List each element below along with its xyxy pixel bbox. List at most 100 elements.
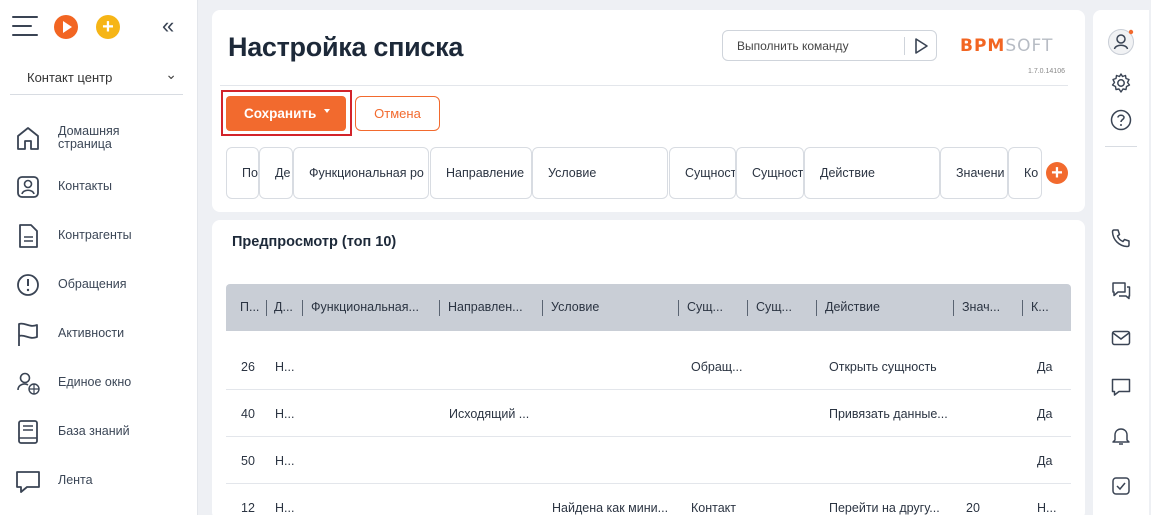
alert-icon — [17, 274, 39, 296]
table-cell: Перейти на другу... — [829, 501, 940, 515]
collapse-sidebar-icon[interactable]: « — [162, 13, 174, 39]
table-row[interactable]: 12 Н... Найдена как мини... Контакт Пере… — [226, 484, 1071, 515]
column-separator — [816, 300, 817, 316]
column-chip[interactable]: Де — [259, 147, 293, 199]
sidebar-item-label: Контакты — [58, 179, 112, 193]
column-chip[interactable]: Функциональная ро — [293, 147, 429, 199]
table-cell: Обращ... — [691, 360, 743, 374]
sidebar-item-knowledge-base[interactable]: База знаний — [0, 410, 198, 459]
table-cell: 12 — [241, 501, 255, 515]
table-cell: 40 — [241, 407, 255, 421]
sidebar-item-feed[interactable]: Лента — [0, 459, 198, 508]
table-cell: 26 — [241, 360, 255, 374]
divider — [904, 37, 905, 55]
message-icon[interactable] — [1110, 376, 1132, 398]
preview-card: Предпросмотр (топ 10) П... Д... Функцион… — [212, 220, 1085, 515]
table-cell: Н... — [275, 454, 295, 468]
tasks-icon[interactable] — [1110, 475, 1132, 497]
sidebar-nav: Домашняя страница Контакты Контрагенты О… — [0, 116, 198, 508]
table-cell: Да — [1037, 360, 1053, 374]
table-cell: Н... — [275, 501, 295, 515]
command-input[interactable] — [723, 31, 903, 60]
table-header-cell[interactable]: Знач... — [962, 300, 1000, 314]
cancel-button[interactable]: Отмена — [355, 96, 440, 131]
page-title: Настройка списка — [228, 32, 464, 62]
table-row[interactable]: 50 Н... Да — [226, 437, 1071, 484]
book-icon — [18, 420, 38, 444]
table-cell: Н... — [275, 360, 295, 374]
column-chip[interactable]: По — [226, 147, 259, 199]
table-header-cell[interactable]: Действие — [825, 300, 880, 314]
table-cell: Да — [1037, 407, 1053, 421]
column-chip[interactable]: Значени — [940, 147, 1008, 199]
save-button[interactable]: Сохранить — [226, 96, 346, 131]
bell-icon[interactable] — [1110, 425, 1132, 447]
table-header-cell[interactable]: Функциональная... — [311, 300, 419, 314]
table-header-cell[interactable]: К... — [1031, 300, 1049, 314]
table-cell: Н... — [275, 407, 295, 421]
table-cell: Исходящий ... — [449, 407, 530, 421]
sidebar-item-home[interactable]: Домашняя страница — [0, 116, 198, 165]
user-profile-icon[interactable] — [1107, 28, 1135, 56]
table-header-cell[interactable]: Д... — [274, 300, 293, 314]
table-header: П... Д... Функциональная... Направлен...… — [226, 284, 1071, 331]
column-separator — [542, 300, 543, 316]
table-cell: Н... — [1037, 501, 1057, 515]
sidebar-item-label: Активности — [58, 326, 125, 340]
sidebar-item-label: Единое окно — [58, 375, 132, 389]
column-separator — [1022, 300, 1023, 316]
right-rail — [1093, 10, 1149, 515]
chat-icon — [16, 471, 40, 493]
help-icon[interactable] — [1110, 109, 1132, 131]
workspace-select[interactable]: Контакт центр ⌄ — [10, 61, 183, 95]
gear-icon[interactable] — [1110, 72, 1132, 94]
column-chip[interactable]: Направление — [430, 147, 532, 199]
menu-icon[interactable] — [12, 16, 38, 38]
list-settings-card: Настройка списка BPMSOFT 1.7.0.14106 Сох… — [212, 10, 1085, 212]
table-row[interactable]: 40 Н... Исходящий ... Привязать данные..… — [226, 390, 1071, 437]
command-box — [722, 30, 937, 61]
table-header-cell[interactable]: Условие — [551, 300, 599, 314]
contact-icon — [17, 176, 39, 198]
sidebar-item-accounts[interactable]: Контрагенты — [0, 214, 198, 263]
sidebar-item-single-window[interactable]: Единое окно — [0, 361, 198, 410]
document-icon — [19, 224, 38, 248]
mail-icon[interactable] — [1110, 327, 1132, 349]
column-chip[interactable]: Сущност — [736, 147, 804, 199]
table-row[interactable]: 26 Н... Обращ... Открыть сущность Да — [226, 343, 1071, 390]
sidebar-item-activities[interactable]: Активности — [0, 312, 198, 361]
table-cell: Найдена как мини... — [552, 501, 669, 515]
home-icon — [17, 127, 39, 150]
table-header-cell[interactable]: П... — [240, 300, 259, 314]
process-play-icon[interactable] — [54, 15, 78, 39]
column-separator — [439, 300, 440, 316]
add-column-icon[interactable]: + — [1046, 162, 1068, 184]
table-header-cell[interactable]: Направлен... — [448, 300, 523, 314]
table-header-cell[interactable]: Сущ... — [687, 300, 723, 314]
table-header-cell[interactable]: Сущ... — [756, 300, 792, 314]
sidebar-item-label: Контрагенты — [58, 228, 132, 242]
caret-down-icon[interactable] — [324, 109, 330, 113]
sidebar-item-contacts[interactable]: Контакты — [0, 165, 198, 214]
sidebar-item-label: Лента — [58, 473, 93, 487]
table-cell: Да — [1037, 454, 1053, 468]
column-chip[interactable]: Ко — [1008, 147, 1042, 199]
quick-add-icon[interactable]: + — [96, 15, 120, 39]
sidebar-item-cases[interactable]: Обращения — [0, 263, 198, 312]
version-label: 1.7.0.14106 — [1028, 68, 1065, 75]
column-separator — [678, 300, 679, 316]
column-chip[interactable]: Условие — [532, 147, 668, 199]
phone-icon[interactable] — [1110, 227, 1132, 249]
chevron-down-icon: ⌄ — [165, 66, 177, 82]
sidebar-top: + « — [10, 12, 190, 44]
column-chip[interactable]: Сущност — [669, 147, 736, 199]
column-separator — [266, 300, 267, 316]
chat-bubbles-icon[interactable] — [1110, 278, 1132, 300]
column-chip[interactable]: Действие — [804, 147, 940, 199]
sidebar: + « Контакт центр ⌄ Домашняя страница Ко… — [0, 0, 198, 515]
run-command-icon[interactable] — [911, 36, 931, 56]
sidebar-item-label: База знаний — [58, 424, 130, 438]
sidebar-item-label: Обращения — [58, 277, 127, 291]
table-cell: Привязать данные... — [829, 407, 948, 421]
workspace-label: Контакт центр — [27, 70, 113, 85]
